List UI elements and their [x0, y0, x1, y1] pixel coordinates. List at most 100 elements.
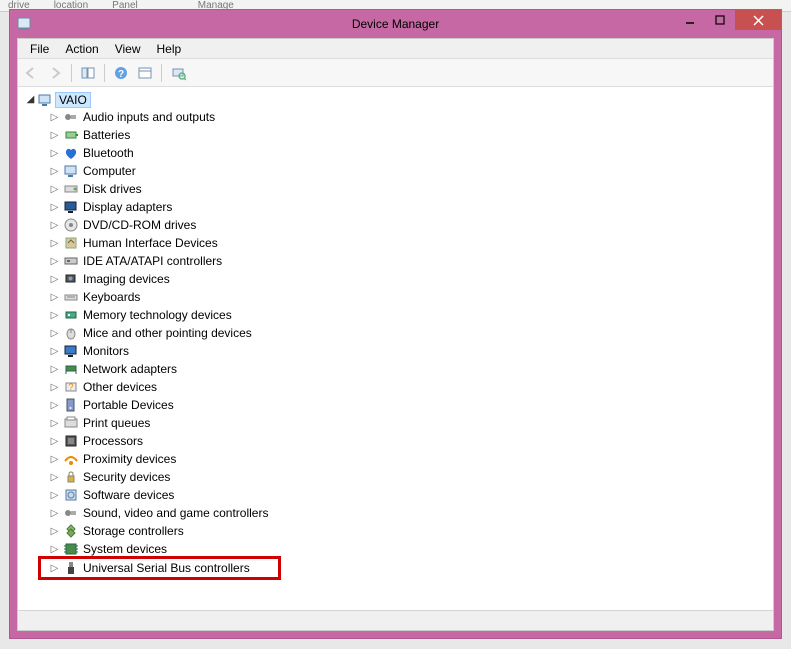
help-button[interactable]: ?: [110, 62, 132, 84]
tree-item[interactable]: ▷Processors: [20, 432, 771, 450]
minimize-button[interactable]: [675, 10, 705, 30]
tree-item[interactable]: ▷ Audio inputs and outputs: [20, 108, 771, 126]
tree-item-label: Imaging devices: [83, 272, 170, 286]
device-category-icon: [63, 307, 79, 323]
expand-icon[interactable]: ▷: [50, 166, 59, 177]
expand-icon[interactable]: ▷: [50, 544, 59, 555]
expand-icon[interactable]: ▷: [50, 382, 59, 393]
tree-item-usb[interactable]: ▷ Universal Serial Bus controllers: [41, 559, 278, 577]
tree-item[interactable]: ▷Software devices: [20, 486, 771, 504]
tree-item[interactable]: ▷DVD/CD-ROM drives: [20, 216, 771, 234]
expand-icon[interactable]: ▷: [50, 490, 59, 501]
usb-icon: [63, 560, 79, 576]
tree-item-label: Mice and other pointing devices: [83, 326, 252, 340]
expand-icon[interactable]: ▷: [50, 526, 59, 537]
titlebar[interactable]: Device Manager: [10, 10, 781, 38]
expand-icon[interactable]: ▷: [50, 112, 59, 123]
device-category-icon: [63, 163, 79, 179]
expand-icon[interactable]: ▷: [50, 472, 59, 483]
tree-item-label: Disk drives: [83, 182, 142, 196]
device-tree[interactable]: ◢ VAIO ▷ Audio inputs and outputs ▷ Batteri…: [18, 87, 773, 610]
tree-item-label: Sound, video and game controllers: [83, 506, 268, 520]
tree-item[interactable]: ▷Portable Devices: [20, 396, 771, 414]
tree-item-label: Security devices: [83, 470, 170, 484]
expand-icon[interactable]: ▷: [50, 400, 59, 411]
menu-action[interactable]: Action: [57, 40, 106, 58]
scan-hardware-button[interactable]: [167, 62, 189, 84]
tree-item[interactable]: ▷ Imaging devices: [20, 270, 771, 288]
device-category-icon: [63, 181, 79, 197]
expand-icon[interactable]: ▷: [50, 238, 59, 249]
window-title: Device Manager: [10, 17, 781, 31]
tree-item-label: Memory technology devices: [83, 308, 232, 322]
expand-icon[interactable]: ▷: [50, 418, 59, 429]
menu-view[interactable]: View: [107, 40, 149, 58]
expand-icon[interactable]: ▷: [50, 563, 59, 574]
properties-button[interactable]: [134, 62, 156, 84]
device-category-icon: [63, 343, 79, 359]
expand-icon[interactable]: ▷: [50, 202, 59, 213]
expand-icon[interactable]: ▷: [50, 130, 59, 141]
tree-item[interactable]: ▷Storage controllers: [20, 522, 771, 540]
expand-icon[interactable]: ▷: [50, 364, 59, 375]
expand-icon[interactable]: ▷: [50, 508, 59, 519]
tree-item-label: Batteries: [83, 128, 130, 142]
tree-item[interactable]: ▷Proximity devices: [20, 450, 771, 468]
tree-item[interactable]: ▷ Sound, video and game controllers: [20, 504, 771, 522]
tree-item[interactable]: ▷ Mice and other pointing devices: [20, 324, 771, 342]
maximize-button[interactable]: [705, 10, 735, 30]
toolbar: ?: [18, 59, 773, 87]
tree-item-label: Audio inputs and outputs: [83, 110, 215, 124]
show-hide-tree-button[interactable]: [77, 62, 99, 84]
tree-item[interactable]: ▷ Security devices: [20, 468, 771, 486]
tree-item[interactable]: ▷ Disk drives: [20, 180, 771, 198]
device-category-icon: [63, 469, 79, 485]
expand-icon[interactable]: ▷: [50, 436, 59, 447]
device-category-icon: [63, 451, 79, 467]
device-category-icon: [63, 505, 79, 521]
tree-item-label: Bluetooth: [83, 146, 134, 160]
menu-file[interactable]: File: [22, 40, 57, 58]
toolbar-separator: [71, 64, 72, 82]
tree-item[interactable]: ▷IDE ATA/ATAPI controllers: [20, 252, 771, 270]
tree-item[interactable]: ▷ Human Interface Devices: [20, 234, 771, 252]
device-category-icon: [63, 523, 79, 539]
tree-item-label: Display adapters: [83, 200, 172, 214]
tree-item[interactable]: ▷Computer: [20, 162, 771, 180]
expand-icon[interactable]: ▷: [50, 220, 59, 231]
expand-icon[interactable]: ▷: [50, 292, 59, 303]
expand-icon[interactable]: ▷: [50, 346, 59, 357]
device-category-icon: [63, 487, 79, 503]
device-category-icon: [63, 325, 79, 341]
tree-item[interactable]: ▷Print queues: [20, 414, 771, 432]
expand-icon[interactable]: ▷: [50, 454, 59, 465]
expand-icon[interactable]: ▷: [50, 256, 59, 267]
tree-item[interactable]: ▷ Bluetooth: [20, 144, 771, 162]
computer-icon: [37, 92, 53, 108]
tree-item[interactable]: ▷ Memory technology devices: [20, 306, 771, 324]
expand-icon[interactable]: ▷: [50, 328, 59, 339]
close-button[interactable]: [735, 10, 781, 30]
statusbar: [18, 610, 773, 630]
tree-item[interactable]: ▷Monitors: [20, 342, 771, 360]
forward-button[interactable]: [44, 62, 66, 84]
collapse-icon[interactable]: ◢: [26, 94, 35, 105]
tree-item[interactable]: ▷ Display adapters: [20, 198, 771, 216]
tree-item[interactable]: ▷ Batteries: [20, 126, 771, 144]
back-button[interactable]: [20, 62, 42, 84]
tree-item-label: Other devices: [83, 380, 157, 394]
tree-item[interactable]: ▷Keyboards: [20, 288, 771, 306]
device-category-icon: [63, 361, 79, 377]
expand-icon[interactable]: ▷: [50, 310, 59, 321]
device-manager-window: Device Manager File Action View Help: [9, 9, 782, 639]
tree-item[interactable]: ▷Network adapters: [20, 360, 771, 378]
client-area: File Action View Help ?: [17, 38, 774, 631]
tree-item[interactable]: ▷?Other devices: [20, 378, 771, 396]
tree-root-node[interactable]: ◢ VAIO: [20, 91, 771, 108]
tree-item-label: Universal Serial Bus controllers: [83, 561, 250, 575]
tree-item-label: Human Interface Devices: [83, 236, 218, 250]
expand-icon[interactable]: ▷: [50, 274, 59, 285]
menu-help[interactable]: Help: [149, 40, 190, 58]
expand-icon[interactable]: ▷: [50, 184, 59, 195]
expand-icon[interactable]: ▷: [50, 148, 59, 159]
